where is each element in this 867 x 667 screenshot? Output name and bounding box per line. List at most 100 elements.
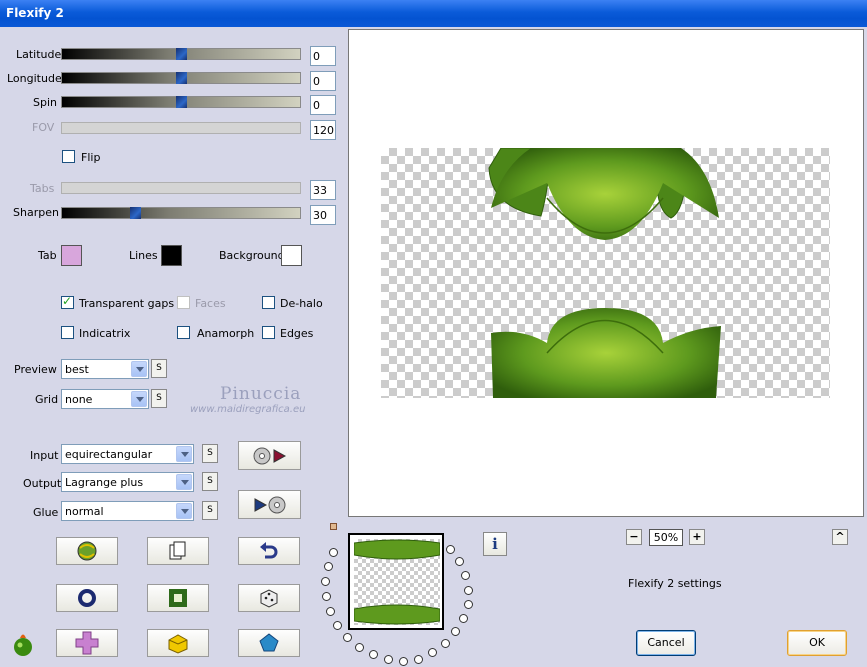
longitude-value[interactable]: 0: [310, 71, 336, 91]
sharpen-value[interactable]: 30: [310, 205, 336, 225]
zoom-out-button[interactable]: −: [626, 529, 642, 545]
zoom-level: 50%: [649, 529, 683, 546]
circle-tool-button[interactable]: [56, 584, 118, 612]
dice-icon: [260, 589, 278, 608]
edges-checkbox[interactable]: [262, 326, 275, 339]
navigator-dot[interactable]: [464, 600, 473, 609]
chevron-down-icon[interactable]: [176, 446, 192, 462]
spin-slider[interactable]: [61, 96, 301, 108]
settings-name: Flexify 2 settings: [628, 577, 722, 590]
cross-tool-button[interactable]: [56, 629, 118, 657]
glue-s-button[interactable]: S: [202, 501, 218, 520]
title-bar: Flexify 2: [0, 0, 867, 27]
grid-select[interactable]: none: [61, 389, 149, 409]
latitude-slider-thumb[interactable]: [176, 48, 187, 60]
grid-s-button[interactable]: S: [151, 389, 167, 408]
output-label: Output: [23, 477, 62, 490]
sharpen-slider-thumb[interactable]: [130, 207, 141, 219]
chevron-down-icon[interactable]: [131, 391, 147, 407]
anamorph-checkbox[interactable]: [177, 326, 190, 339]
preview-s-button[interactable]: S: [151, 359, 167, 378]
navigator-dot[interactable]: [441, 639, 450, 648]
flip-checkbox[interactable]: [62, 150, 75, 163]
preview-select[interactable]: best: [61, 359, 149, 379]
lines-color-swatch[interactable]: [161, 245, 182, 266]
de-halo-checkbox[interactable]: [262, 296, 275, 309]
spin-slider-thumb[interactable]: [176, 96, 187, 108]
fov-label: FOV: [32, 121, 55, 134]
navigator-dot[interactable]: [343, 633, 352, 642]
zoom-in-button[interactable]: +: [689, 529, 705, 545]
chevron-down-icon[interactable]: [176, 503, 192, 519]
navigator-dot[interactable]: [428, 648, 437, 657]
random-tool-button[interactable]: [238, 584, 300, 612]
thumbnail-image: [353, 539, 441, 625]
output-s-button[interactable]: S: [202, 472, 218, 491]
preview-image: [381, 147, 830, 398]
latitude-slider[interactable]: [61, 48, 301, 60]
input-select[interactable]: equirectangular: [61, 444, 194, 464]
navigator-dot[interactable]: [329, 548, 338, 557]
indicatrix-checkbox[interactable]: [61, 326, 74, 339]
fov-value[interactable]: 120: [310, 120, 336, 140]
flaming-pear-logo-icon: [14, 634, 32, 656]
navigator-dot[interactable]: [384, 655, 393, 664]
tabs-label: Tabs: [30, 182, 55, 195]
navigator-dot[interactable]: [321, 577, 330, 586]
grid-label: Grid: [35, 393, 59, 406]
tabs-value[interactable]: 33: [310, 180, 336, 200]
navigator-dot[interactable]: [355, 643, 364, 652]
input-select-value: equirectangular: [65, 448, 153, 461]
cube-icon: [168, 634, 188, 654]
navigator-handle[interactable]: [330, 523, 337, 530]
transparent-gaps-checkbox[interactable]: ✓: [61, 294, 74, 309]
navigator-dot[interactable]: [461, 571, 470, 580]
chevron-down-icon[interactable]: [176, 474, 192, 490]
spin-value[interactable]: 0: [310, 95, 336, 115]
load-settings-button[interactable]: [238, 441, 301, 470]
background-color-swatch[interactable]: [281, 245, 302, 266]
anamorph-label: Anamorph: [197, 327, 255, 340]
save-settings-button[interactable]: [238, 490, 301, 519]
navigator-dot[interactable]: [455, 557, 464, 566]
square-tool-button[interactable]: [147, 584, 209, 612]
sharpen-slider[interactable]: [61, 207, 301, 219]
cube-tool-button[interactable]: [147, 629, 209, 657]
copy-tool-button[interactable]: [147, 537, 209, 565]
check-mark-icon: ✓: [62, 294, 73, 308]
navigator-dot[interactable]: [451, 627, 460, 636]
info-button[interactable]: i: [483, 532, 507, 556]
navigator-dot[interactable]: [414, 655, 423, 664]
cross-shape-icon: [75, 631, 99, 655]
sharpen-label: Sharpen: [13, 206, 59, 219]
chevron-down-icon[interactable]: [131, 361, 147, 377]
navigator-dot[interactable]: [369, 650, 378, 659]
navigator-dot[interactable]: [322, 592, 331, 601]
input-s-button[interactable]: S: [202, 444, 218, 463]
tab-color-swatch[interactable]: [61, 245, 82, 266]
latitude-value[interactable]: 0: [310, 46, 336, 66]
longitude-slider[interactable]: [61, 72, 301, 84]
expand-button[interactable]: ^: [832, 529, 848, 545]
ok-button[interactable]: OK: [787, 630, 847, 656]
output-select[interactable]: Lagrange plus: [61, 472, 194, 492]
navigator-thumbnail[interactable]: [348, 533, 444, 630]
undo-tool-button[interactable]: [238, 537, 300, 565]
glue-select-value: normal: [65, 505, 104, 518]
navigator-dot[interactable]: [464, 586, 473, 595]
longitude-slider-thumb[interactable]: [176, 72, 187, 84]
glue-label: Glue: [33, 506, 59, 519]
navigator-dot[interactable]: [324, 562, 333, 571]
cancel-button[interactable]: Cancel: [636, 630, 696, 656]
edges-label: Edges: [280, 327, 314, 340]
glue-select[interactable]: normal: [61, 501, 194, 521]
navigator-dot[interactable]: [326, 607, 335, 616]
navigator-dot[interactable]: [459, 614, 468, 623]
navigator-dot[interactable]: [399, 657, 408, 666]
navigator-dot[interactable]: [446, 545, 455, 554]
navigator-dot[interactable]: [333, 621, 342, 630]
globe-tool-button[interactable]: [56, 537, 118, 565]
pentagon-tool-button[interactable]: [238, 629, 300, 657]
fov-slider: [61, 122, 301, 134]
lines-color-label: Lines: [129, 249, 158, 262]
